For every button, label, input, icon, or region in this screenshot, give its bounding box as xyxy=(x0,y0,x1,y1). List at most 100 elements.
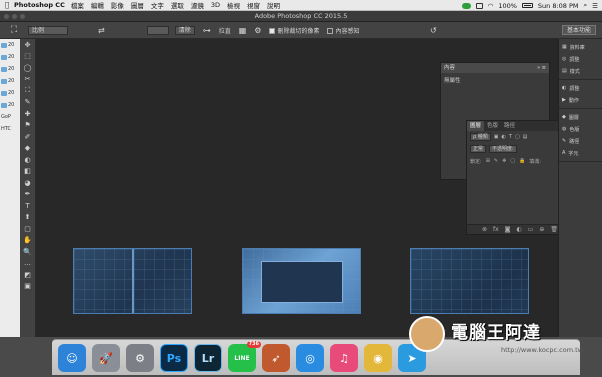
list-icon[interactable]: ☰ xyxy=(592,2,598,10)
lock-paint-icon[interactable]: ✎ xyxy=(494,158,498,165)
magic-wand-tool-icon[interactable]: ✂ xyxy=(20,74,35,86)
layer-kind-select[interactable]: ρ 種類 xyxy=(470,133,491,141)
tab-layers[interactable]: 圖層 xyxy=(467,121,485,131)
finder-row[interactable]: GoP xyxy=(0,111,20,123)
menu-3d[interactable]: 3D xyxy=(211,1,220,9)
straighten-label[interactable]: 拉直 xyxy=(219,26,231,35)
dock-item-adjust[interactable]: ◎ 調整 xyxy=(559,53,602,65)
photoshop-app-icon[interactable]: Ps xyxy=(160,344,188,372)
mask-icon[interactable]: ◙ xyxy=(505,226,511,233)
menu-help[interactable]: 說明 xyxy=(267,0,280,10)
folder-icon[interactable]: ▭ xyxy=(528,226,534,233)
line-app-icon[interactable]: LINE 736 xyxy=(228,341,261,372)
launchpad-app-icon[interactable]: 🚀 xyxy=(92,344,120,372)
blur-tool-icon[interactable]: ◕ xyxy=(20,177,35,189)
filter-pixel-icon[interactable]: ▣ xyxy=(494,134,499,140)
apple-menu-icon[interactable]:  xyxy=(0,1,14,9)
finder-row[interactable]: 20 xyxy=(0,51,20,63)
trash-icon[interactable]: 🗑 xyxy=(550,226,558,233)
zoom-tool-icon[interactable]: 🔍 xyxy=(20,246,35,258)
gear-icon[interactable]: ⚙ xyxy=(254,26,261,35)
eraser-tool-icon[interactable]: ◐ xyxy=(20,154,35,166)
delete-cropped-checkbox[interactable] xyxy=(269,28,276,34)
menu-select[interactable]: 選取 xyxy=(171,0,184,10)
blend-mode-select[interactable]: 正常 xyxy=(470,145,487,153)
opacity-label[interactable]: 不透明度: xyxy=(489,145,517,153)
filter-adjust-icon[interactable]: ◐ xyxy=(502,134,506,140)
minimize-button[interactable] xyxy=(12,14,17,19)
crop-tool-icon[interactable]: ⛶ xyxy=(0,25,28,35)
swap-icon[interactable]: ⇄ xyxy=(98,26,105,35)
system-prefs-app-icon[interactable]: ⚙ xyxy=(126,344,154,372)
filter-smart-icon[interactable]: ▤ xyxy=(523,134,528,140)
menu-view[interactable]: 檢視 xyxy=(227,0,240,10)
finder-row[interactable]: 20 xyxy=(0,87,20,99)
creative-cloud-icon[interactable] xyxy=(461,2,471,9)
screen-icon[interactable] xyxy=(475,2,483,9)
delete-cropped-option[interactable]: 刪除裁切的像素 xyxy=(269,26,319,35)
dock-item-library[interactable]: ▦ 資料庫 xyxy=(559,41,602,53)
content-aware-option[interactable]: 內容感知 xyxy=(327,26,360,35)
dock-item-paths[interactable]: ✎ 路徑 xyxy=(559,135,602,147)
panel-menu-icon[interactable]: » ≡ xyxy=(537,63,546,73)
lock-transparency-icon[interactable]: ⊞ xyxy=(486,158,490,165)
lasso-tool-icon[interactable]: ◯ xyxy=(20,62,35,74)
workspace-switcher[interactable]: 基本功能 xyxy=(561,25,596,35)
image-thumbnail-crop[interactable] xyxy=(242,248,361,314)
history-brush-tool-icon[interactable]: ◆ xyxy=(20,143,35,155)
lightroom-app-icon[interactable]: Lr xyxy=(194,344,222,372)
path-select-tool-icon[interactable]: ⬆ xyxy=(20,212,35,224)
content-aware-checkbox[interactable] xyxy=(327,28,334,34)
dock-item-actions[interactable]: ▶ 動作 xyxy=(559,94,602,106)
lock-artboard-icon[interactable]: ▢ xyxy=(510,158,515,165)
fx-icon[interactable]: fx xyxy=(493,226,499,233)
lock-all-icon[interactable]: 🔒 xyxy=(519,158,525,165)
marquee-tool-icon[interactable]: ⬚ xyxy=(20,51,35,63)
pen-tool-icon[interactable]: ✒ xyxy=(20,189,35,201)
gradient-tool-icon[interactable]: ◧ xyxy=(20,166,35,178)
adjustment-icon[interactable]: ◐ xyxy=(516,226,521,233)
color-swatch-icon[interactable]: ◩ xyxy=(20,269,35,281)
wifi-icon[interactable]: ◠ xyxy=(488,2,494,10)
filter-shape-icon[interactable]: ▢ xyxy=(515,134,520,140)
finder-row[interactable]: HTC xyxy=(0,123,20,135)
close-button[interactable] xyxy=(4,14,9,19)
finder-row[interactable]: 20 xyxy=(0,39,20,51)
ratio-select[interactable]: 比例 xyxy=(28,25,68,35)
crop-tool-icon[interactable]: ⛶ xyxy=(20,85,35,97)
battery-icon[interactable] xyxy=(521,3,533,8)
finder-app-icon[interactable]: ☺ xyxy=(58,344,86,372)
brush-tool-icon[interactable]: ⚑ xyxy=(20,120,35,132)
finder-row[interactable]: 20 xyxy=(0,63,20,75)
menu-file[interactable]: 檔案 xyxy=(71,0,84,10)
menu-edit[interactable]: 編輯 xyxy=(91,0,104,10)
dock-item-character[interactable]: A 字元 xyxy=(559,147,602,159)
crop-selection[interactable] xyxy=(261,261,343,303)
dock-item-channels[interactable]: ◍ 色版 xyxy=(559,123,602,135)
new-layer-icon[interactable]: ⊕ xyxy=(539,226,544,233)
link-icon[interactable]: ⊗ xyxy=(482,226,487,233)
stamp-tool-icon[interactable]: ✐ xyxy=(20,131,35,143)
height-field[interactable] xyxy=(146,25,169,35)
healing-tool-icon[interactable]: ✚ xyxy=(20,108,35,120)
overlay-grid-icon[interactable]: ▦ xyxy=(239,26,247,35)
safari-app-icon[interactable]: ◎ xyxy=(296,344,324,372)
shape-tool-icon[interactable]: ▢ xyxy=(20,223,35,235)
rocket-app-icon[interactable]: ➶ xyxy=(262,344,290,372)
tab-paths[interactable]: 路徑 xyxy=(501,121,518,131)
search-icon[interactable]: ⌕ xyxy=(584,1,588,10)
menu-type[interactable]: 文字 xyxy=(151,0,164,10)
dock-item-adjust2[interactable]: ◐ 調整 xyxy=(559,82,602,94)
chrome-app-icon[interactable]: ◉ xyxy=(364,344,392,372)
more-tools-icon[interactable]: … xyxy=(20,258,35,270)
clock[interactable]: Sun 8:08 PM xyxy=(538,2,579,10)
properties-header[interactable]: 內容 » ≡ xyxy=(441,63,549,73)
image-thumbnail-original[interactable] xyxy=(73,248,192,314)
app-menu[interactable]: Photoshop CC xyxy=(14,1,65,9)
finder-row[interactable]: 20 xyxy=(0,75,20,87)
move-tool-icon[interactable]: ✥ xyxy=(20,39,35,51)
eyedropper-tool-icon[interactable]: ✎ xyxy=(20,97,35,109)
itunes-app-icon[interactable]: ♫ xyxy=(330,344,358,372)
menu-layer[interactable]: 圖層 xyxy=(131,0,144,10)
lock-position-icon[interactable]: ✥ xyxy=(502,158,506,165)
